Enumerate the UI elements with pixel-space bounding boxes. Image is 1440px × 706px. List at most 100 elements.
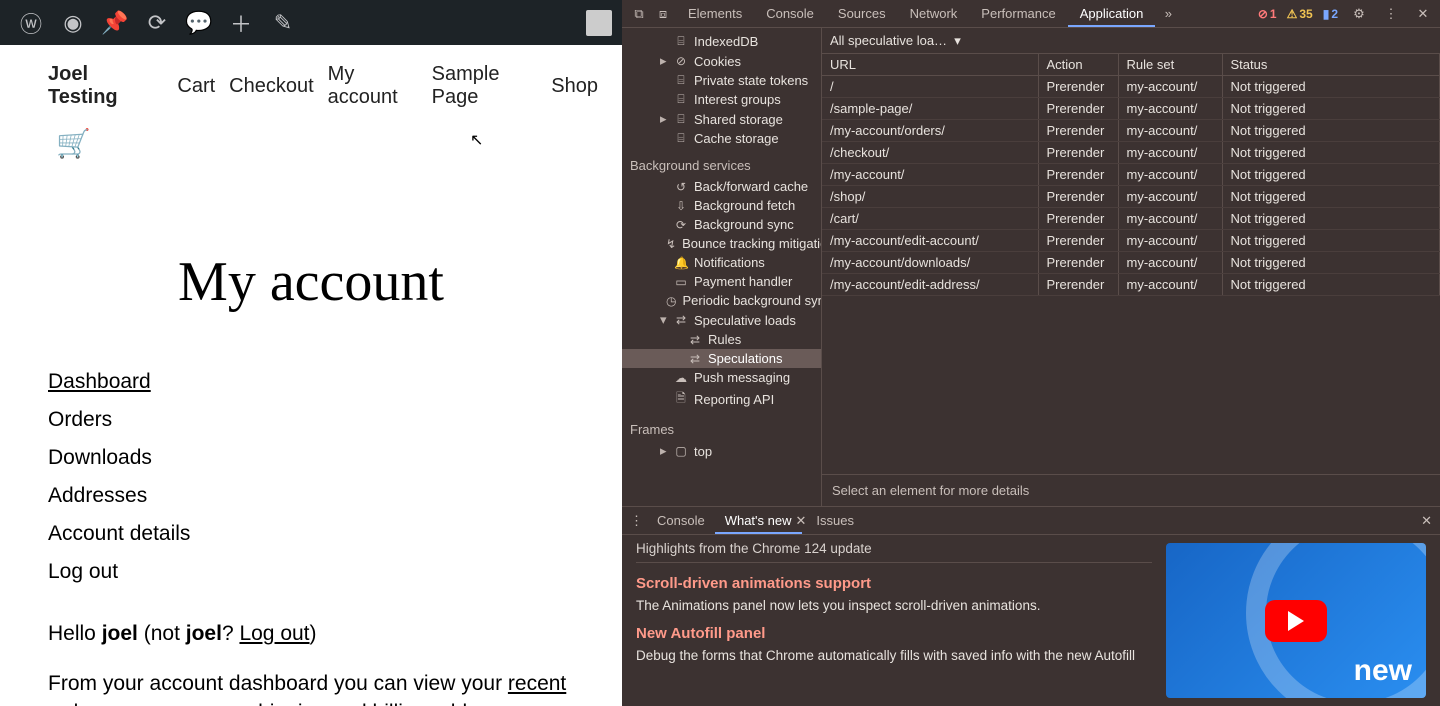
tab-sources[interactable]: Sources [826, 2, 898, 25]
dashboard-blurb: From your account dashboard you can view… [48, 670, 574, 706]
tree-item[interactable]: ▭Payment handler [622, 272, 821, 291]
kebab-menu-icon[interactable]: ⋮ [1380, 6, 1402, 22]
tree-item[interactable]: ◷Periodic background sync [622, 291, 821, 310]
wordpress-page: ⓦ ◉ 📌 ⟳ 💬 ＋ ✎ Joel Testing Cart Checkout… [0, 0, 622, 706]
tree-heading: Frames [622, 412, 821, 441]
application-tree[interactable]: ⌸IndexedDB▸⊘Cookies⌸Private state tokens… [622, 28, 822, 506]
account-menu-item[interactable]: Log out [48, 560, 574, 584]
settings-icon[interactable]: ⚙ [1348, 6, 1370, 22]
tab-console[interactable]: Console [754, 2, 826, 25]
mouse-cursor-icon: ↖ [470, 130, 483, 150]
account-menu-item[interactable]: Orders [48, 408, 574, 432]
table-row[interactable]: /checkout/Prerendermy-account/Not trigge… [822, 142, 1440, 164]
addresses-link[interactable]: shipping and billing addresses [248, 701, 529, 706]
close-tab-icon[interactable]: ✕ [796, 513, 807, 528]
error-badge[interactable]: ⊘ 1 [1258, 7, 1277, 21]
table-row[interactable]: /shop/Prerendermy-account/Not triggered [822, 186, 1440, 208]
tab-network[interactable]: Network [898, 2, 970, 25]
refresh-icon[interactable]: ⟳ [136, 0, 178, 45]
tree-item[interactable]: ☁Push messaging [622, 368, 821, 387]
section1-title: Scroll-driven animations support [636, 575, 1152, 592]
greeting-line: Hello joel (not joel? Log out) [48, 620, 574, 648]
devtools-tab-bar: ⧉ ⧈ ElementsConsoleSourcesNetworkPerform… [622, 0, 1440, 28]
drawer-tab-console[interactable]: Console [647, 509, 715, 532]
comments-icon[interactable]: 💬 [178, 0, 220, 45]
account-menu-item[interactable]: Addresses [48, 484, 574, 508]
wp-admin-bar: ⓦ ◉ 📌 ⟳ 💬 ＋ ✎ [0, 0, 622, 45]
close-drawer-icon[interactable]: ✕ [1421, 513, 1432, 529]
info-badge[interactable]: ▮ 2 [1323, 7, 1338, 21]
tree-item[interactable]: 🔔Notifications [622, 253, 821, 272]
tree-item[interactable]: 🗎Reporting API [622, 387, 821, 412]
table-row[interactable]: /my-account/Prerendermy-account/Not trig… [822, 164, 1440, 186]
table-row[interactable]: /my-account/edit-address/Prerendermy-acc… [822, 274, 1440, 296]
add-new-icon[interactable]: ＋ [220, 0, 262, 45]
warning-badge[interactable]: ⚠ 35 [1287, 7, 1313, 21]
device-toggle-icon[interactable]: ⧈ [652, 6, 674, 22]
speculations-table[interactable]: URL Action Rule set Status /Prerendermy-… [822, 54, 1440, 474]
tree-heading: Background services [622, 148, 821, 177]
cart-icon[interactable]: 🛒 [56, 128, 91, 159]
table-row[interactable]: /sample-page/Prerendermy-account/Not tri… [822, 98, 1440, 120]
section1-body: The Animations panel now lets you inspec… [636, 598, 1152, 613]
account-menu-item[interactable]: Account details [48, 522, 574, 546]
tree-item[interactable]: ⇩Background fetch [622, 196, 821, 215]
drawer-tab-issues[interactable]: Issues [806, 509, 864, 532]
tree-item[interactable]: ⇄Rules [622, 330, 821, 349]
col-action[interactable]: Action [1038, 54, 1118, 76]
edit-icon[interactable]: ✎ [262, 0, 304, 45]
table-row[interactable]: /cart/Prerendermy-account/Not triggered [822, 208, 1440, 230]
nav-my-account[interactable]: My account [328, 63, 418, 109]
page-title: My account [48, 250, 574, 314]
tree-item[interactable]: ⟳Background sync [622, 215, 821, 234]
filter-dropdown[interactable]: All speculative loa… ▾ [830, 33, 961, 49]
nav-cart[interactable]: Cart [177, 75, 215, 98]
table-row[interactable]: /my-account/downloads/Prerendermy-accoun… [822, 252, 1440, 274]
drawer-tab-what-s-new[interactable]: What's new [715, 509, 802, 534]
table-row[interactable]: /Prerendermy-account/Not triggered [822, 76, 1440, 98]
tab-performance[interactable]: Performance [969, 2, 1067, 25]
tree-item[interactable]: ▾⇄Speculative loads [622, 310, 821, 330]
logout-link[interactable]: Log out [239, 622, 309, 645]
play-icon[interactable] [1265, 600, 1327, 642]
tab-application[interactable]: Application [1068, 2, 1156, 27]
site-nav: Joel Testing Cart Checkout My account Sa… [0, 45, 622, 109]
drawer-menu-icon[interactable]: ⋮ [630, 513, 643, 529]
wp-logo-icon[interactable]: ⓦ [10, 0, 52, 45]
site-title[interactable]: Joel Testing [48, 63, 149, 109]
more-tabs-icon[interactable]: » [1157, 6, 1179, 21]
nav-sample-page[interactable]: Sample Page [432, 63, 538, 109]
table-row[interactable]: /my-account/orders/Prerendermy-account/N… [822, 120, 1440, 142]
tree-item[interactable]: ⌸Interest groups [622, 90, 821, 109]
inspect-icon[interactable]: ⧉ [628, 6, 650, 22]
col-ruleset[interactable]: Rule set [1118, 54, 1222, 76]
tab-elements[interactable]: Elements [676, 2, 754, 25]
account-body: Hello joel (not joel? Log out) From your… [48, 620, 574, 706]
account-menu: Dashboard Orders Downloads Addresses Account… [48, 370, 574, 584]
col-url[interactable]: URL [822, 54, 1038, 76]
col-status[interactable]: Status [1222, 54, 1440, 76]
devtools-drawer: ⋮ ConsoleWhat's new✕Issues ✕ Highlights … [622, 506, 1440, 706]
pin-icon[interactable]: 📌 [94, 0, 136, 45]
tree-item[interactable]: ↯Bounce tracking mitigation [622, 234, 821, 253]
tree-item[interactable]: ⌸Private state tokens [622, 71, 821, 90]
table-row[interactable]: /my-account/edit-account/Prerendermy-acc… [822, 230, 1440, 252]
tree-item[interactable]: ⌸Cache storage [622, 129, 821, 148]
tree-item[interactable]: ⇄Speculations [622, 349, 821, 368]
dashboard-icon[interactable]: ◉ [52, 0, 94, 45]
tree-item[interactable]: ▸▢top [622, 441, 821, 461]
tree-item[interactable]: ▸⊘Cookies [622, 51, 821, 71]
account-menu-item[interactable]: Downloads [48, 446, 574, 470]
section2-title: New Autofill panel [636, 625, 1152, 642]
account-menu-item[interactable]: Dashboard [48, 370, 574, 394]
detail-placeholder: Select an element for more details [822, 474, 1440, 506]
whatsnew-video[interactable]: new [1166, 543, 1426, 698]
close-devtools-icon[interactable]: ✕ [1412, 6, 1434, 22]
nav-shop[interactable]: Shop [551, 75, 598, 98]
tree-item[interactable]: ▸⌸Shared storage [622, 109, 821, 129]
speculations-toolbar: All speculative loa… ▾ [822, 28, 1440, 54]
tree-item[interactable]: ⌸IndexedDB [622, 32, 821, 51]
tree-item[interactable]: ↺Back/forward cache [622, 177, 821, 196]
nav-checkout[interactable]: Checkout [229, 75, 314, 98]
avatar[interactable] [586, 10, 612, 36]
